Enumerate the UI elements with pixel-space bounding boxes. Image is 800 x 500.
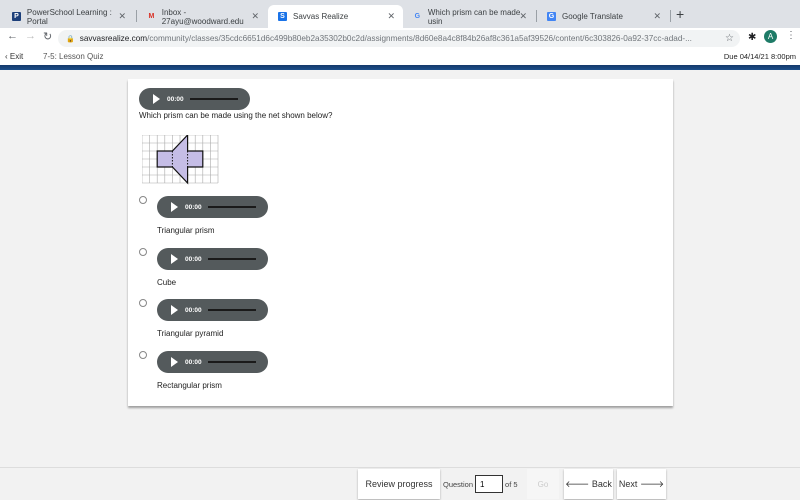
- quiz-navigation-bar: Review progress Question of 5 Go 🡐 Back …: [0, 468, 800, 500]
- savvas-icon: S: [278, 12, 287, 21]
- lock-icon: 🔒: [66, 35, 75, 43]
- arrow-left-icon: 🡐: [565, 478, 592, 489]
- next-button[interactable]: Next 🡒: [617, 469, 666, 499]
- choice-label: Cube: [157, 278, 177, 287]
- forward-arrow-icon[interactable]: →: [25, 30, 36, 42]
- extensions-puzzle-icon[interactable]: ✱: [748, 32, 756, 43]
- choice-audio-player[interactable]: 00:00: [157, 351, 268, 373]
- question-text: Which prism can be made using the net sh…: [139, 111, 333, 120]
- audio-time: 00:00: [185, 358, 202, 366]
- powerschool-icon: P: [12, 12, 21, 21]
- audio-time: 00:00: [167, 95, 184, 103]
- browser-tab-google-search[interactable]: G Which prism can be made usin ✕: [403, 5, 535, 28]
- choice-label: Rectangular prism: [157, 381, 222, 390]
- net-shape: [156, 135, 204, 185]
- choice-radio-rectangular-prism[interactable]: [139, 351, 147, 359]
- browser-tab-translate[interactable]: G Google Translate ✕: [537, 5, 669, 28]
- tab-title: Savvas Realize: [293, 12, 349, 21]
- browser-tab-strip: P PowerSchool Learning : Portal ✕ M Inbo…: [0, 0, 800, 28]
- audio-time: 00:00: [185, 203, 202, 211]
- close-icon[interactable]: ✕: [251, 11, 259, 22]
- google-icon: G: [414, 13, 421, 20]
- choice-audio-player[interactable]: 00:00: [157, 248, 268, 270]
- question-total: of 5: [505, 479, 518, 489]
- close-icon[interactable]: ✕: [118, 11, 126, 22]
- play-icon[interactable]: [171, 357, 178, 367]
- audio-time: 00:00: [185, 255, 202, 263]
- back-button[interactable]: 🡐 Back: [564, 469, 613, 499]
- tab-divider: [670, 10, 671, 22]
- question-number-input[interactable]: [475, 475, 504, 493]
- question-label: Question: [443, 479, 474, 489]
- url-host: savvasrealize.com: [79, 34, 148, 43]
- choice-label: Triangular prism: [157, 226, 215, 235]
- review-progress-button[interactable]: Review progress: [358, 469, 440, 499]
- audio-progress-track[interactable]: [207, 206, 256, 208]
- choice-audio-player[interactable]: 00:00: [157, 299, 268, 321]
- choice-radio-cube[interactable]: [139, 248, 147, 256]
- browser-toolbar: ← → ↻ 🔒 savvasrealize.com /community/cla…: [0, 28, 800, 48]
- close-icon[interactable]: ✕: [387, 11, 395, 22]
- choice-audio-player[interactable]: 00:00: [157, 196, 268, 218]
- exit-button[interactable]: ‹ Exit: [5, 52, 23, 61]
- browser-tab-gmail[interactable]: M Inbox - 27ayu@woodward.edu ✕: [137, 5, 267, 28]
- gmail-icon: M: [148, 13, 155, 20]
- close-icon[interactable]: ✕: [653, 11, 661, 22]
- audio-progress-track[interactable]: [207, 258, 256, 260]
- go-button[interactable]: Go: [527, 469, 559, 499]
- back-arrow-icon[interactable]: ←: [7, 30, 18, 42]
- audio-progress-track[interactable]: [207, 309, 256, 311]
- bookmark-star-icon[interactable]: ☆: [725, 33, 734, 44]
- choice-label: Triangular pyramid: [157, 329, 224, 338]
- question-jump: Question of 5: [443, 469, 518, 499]
- browser-menu-icon[interactable]: ⋮: [786, 30, 796, 41]
- audio-time: 00:00: [185, 306, 202, 314]
- audio-progress-track[interactable]: [207, 361, 256, 363]
- reload-icon[interactable]: ↻: [43, 30, 52, 43]
- question-card: 00:00 Which prism can be made using the …: [128, 79, 673, 406]
- tab-title: Google Translate: [562, 12, 623, 21]
- due-date: Due 04/14/21 8:00pm: [723, 52, 796, 61]
- audio-progress-track[interactable]: [189, 98, 238, 100]
- quiz-title: 7-5: Lesson Quiz: [43, 52, 104, 61]
- app-header: ‹ Exit 7-5: Lesson Quiz Due 04/14/21 8:0…: [0, 48, 800, 65]
- url-path: /community/classes/35cdc6651d6c499b80eb2…: [147, 34, 692, 43]
- browser-tab-powerschool[interactable]: P PowerSchool Learning : Portal ✕: [2, 5, 134, 28]
- question-audio-player[interactable]: 00:00: [139, 88, 250, 110]
- header-accent-bar: [0, 65, 800, 70]
- address-bar[interactable]: 🔒 savvasrealize.com /community/classes/3…: [58, 30, 740, 47]
- close-icon[interactable]: ✕: [519, 11, 527, 22]
- play-icon[interactable]: [171, 254, 178, 264]
- arrow-right-icon: 🡒: [637, 478, 665, 489]
- play-icon[interactable]: [171, 305, 178, 315]
- prism-net-figure: [142, 135, 219, 185]
- translate-icon: G: [547, 12, 556, 21]
- browser-tab-savvas[interactable]: S Savvas Realize ✕: [268, 5, 403, 28]
- new-tab-button[interactable]: +: [676, 6, 684, 22]
- choice-radio-triangular-pyramid[interactable]: [139, 299, 147, 307]
- choice-radio-triangular-prism[interactable]: [139, 196, 147, 204]
- profile-avatar[interactable]: A: [764, 30, 777, 43]
- play-icon[interactable]: [153, 94, 160, 104]
- play-icon[interactable]: [171, 202, 178, 212]
